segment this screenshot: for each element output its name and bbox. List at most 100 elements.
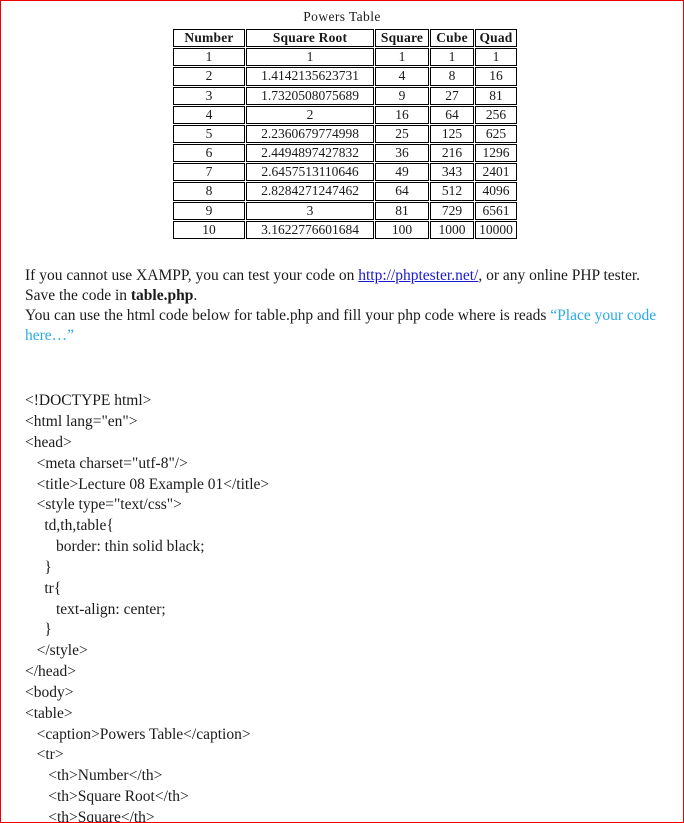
powers-table-cell: 4096 — [475, 182, 517, 201]
code-line: <style type="text/css"> — [25, 496, 182, 514]
powers-table-cell: 27 — [430, 86, 474, 105]
code-line: <th>Square Root</th> — [25, 788, 189, 806]
powers-table-cell: 7 — [173, 163, 245, 182]
table-row: 11111 — [173, 48, 517, 67]
code-line: <meta charset="utf-8"/> — [25, 454, 188, 472]
powers-table-cell: 10 — [173, 220, 245, 239]
code-line: <caption>Powers Table</caption> — [25, 725, 251, 743]
html-code-listing: <!DOCTYPE html> <html lang="en"> <head> <m… — [1, 346, 683, 823]
code-line: <!DOCTYPE html> — [25, 392, 152, 410]
powers-table-cell: 256 — [475, 105, 517, 124]
code-line: border: thin solid black; — [25, 538, 205, 556]
powers-table-cell: 2401 — [475, 163, 517, 182]
table-row: 2 1.4142135623731 4 8 16 — [173, 67, 517, 86]
code-line: <th>Square</th> — [25, 809, 155, 823]
powers-table-cell: 6 — [173, 144, 245, 163]
powers-table-cell: 6561 — [475, 201, 517, 220]
powers-table-cell: 1 — [475, 48, 517, 67]
instructions-paragraph: If you cannot use XAMPP, you can test yo… — [1, 240, 683, 347]
instructions-line-1-end: . — [193, 287, 198, 305]
table-row: 4 2 16 64 256 — [173, 105, 517, 124]
powers-table-cell: 512 — [430, 182, 474, 201]
powers-table-cell: 49 — [375, 163, 429, 182]
powers-table-cell: 81 — [375, 201, 429, 220]
powers-table-cell: 64 — [375, 182, 429, 201]
powers-table-cell: 625 — [475, 124, 517, 144]
powers-table-cell: 5 — [173, 124, 245, 144]
powers-table-cell: 8 — [173, 182, 245, 201]
instructions-text-before-link: If you cannot use XAMPP, you can test yo… — [25, 266, 359, 284]
code-line: <table> — [25, 704, 73, 722]
powers-table-cell: 16 — [375, 105, 429, 124]
table-row: 3 1.7320508075689 9 27 81 — [173, 86, 517, 105]
table-row: 7 2.6457513110646 49 343 2401 — [173, 163, 517, 182]
powers-table-cell: 10000 — [475, 220, 517, 239]
powers-table-header-row: Number Square Root Square Cube Quad — [173, 29, 517, 48]
powers-table-cell: 2 — [246, 105, 374, 124]
powers-table-cell: 1.4142135623731 — [246, 67, 374, 86]
document-page: Powers Table Number Square Root Square Cube… — [0, 0, 684, 823]
table-row: 6 2.4494897427832 36 216 1296 — [173, 144, 517, 163]
powers-table-cell: 3 — [173, 86, 245, 105]
powers-table-cell: 4 — [173, 105, 245, 124]
code-line: td,th,table{ — [25, 517, 114, 535]
powers-table-cell: 2.2360679774998 — [246, 124, 374, 144]
instructions-text-before-accent: You can use the html code below for tabl… — [25, 307, 551, 325]
powers-table-cell: 1 — [430, 48, 474, 67]
powers-table-cell: 2.4494897427832 — [246, 144, 374, 163]
powers-table-cell: 16 — [475, 67, 517, 86]
code-line: } — [25, 558, 52, 576]
powers-table-cell: 2.8284271247462 — [246, 182, 374, 201]
powers-table-cell: 343 — [430, 163, 474, 182]
powers-table-cell: 1296 — [475, 144, 517, 163]
powers-table-cell: 25 — [375, 124, 429, 144]
powers-table-cell: 1.7320508075689 — [246, 86, 374, 105]
powers-table-cell: 1000 — [430, 220, 474, 239]
powers-table-wrapper: Powers Table Number Square Root Square Cube… — [172, 9, 518, 240]
code-line: <body> — [25, 683, 74, 701]
powers-table-cell: 36 — [375, 144, 429, 163]
powers-table-cell: 2.6457513110646 — [246, 163, 374, 182]
powers-table-cell: 9 — [375, 86, 429, 105]
code-line: tr{ — [25, 579, 62, 597]
code-line: </head> — [25, 663, 77, 681]
powers-table: Number Square Root Square Cube Quad 1 1 1 1 1 2 1.… — [172, 28, 518, 240]
powers-table-header-cell: Cube — [430, 29, 474, 48]
table-row: 8 2.8284271247462 64 512 4096 — [173, 182, 517, 201]
powers-table-cell: 9 — [173, 201, 245, 220]
instructions-line-1: If you cannot use XAMPP, you can test yo… — [25, 266, 659, 306]
powers-table-header-cell: Square Root — [246, 29, 374, 48]
powers-table-cell: 8 — [430, 67, 474, 86]
powers-table-cell: 1 — [246, 48, 374, 67]
code-line: </style> — [25, 642, 88, 660]
filename-bold: table.php — [130, 287, 194, 305]
powers-table-body: 1 1 1 1 1 2 1.4142135623731 4 8 16 3 1.732050807568… — [173, 48, 517, 239]
powers-table-cell: 81 — [475, 86, 517, 105]
powers-table-cell: 2 — [173, 67, 245, 86]
instructions-line-2: You can use the html code below for tabl… — [25, 306, 659, 346]
powers-table-cell: 3.1622776601684 — [246, 220, 374, 239]
powers-table-section: Powers Table Number Square Root Square Cube… — [1, 1, 683, 240]
powers-table-cell: 4 — [375, 67, 429, 86]
powers-table-cell: 64 — [430, 105, 474, 124]
powers-table-header-cell: Square — [375, 29, 429, 48]
powers-table-cell: 729 — [430, 201, 474, 220]
powers-table-cell: 125 — [430, 124, 474, 144]
code-line: text-align: center; — [25, 600, 166, 618]
powers-table-caption: Powers Table — [303, 9, 381, 24]
powers-table-header-cell: Quad — [475, 29, 517, 48]
code-line: <th>Number</th> — [25, 767, 163, 785]
phptester-link[interactable]: http://phptester.net/ — [358, 267, 478, 284]
powers-table-cell: 216 — [430, 144, 474, 163]
code-line: <html lang="en"> — [25, 412, 138, 430]
code-line: <tr> — [25, 746, 64, 764]
table-row: 9 3 81 729 6561 — [173, 201, 517, 220]
code-line: <title>Lecture 08 Example 01</title> — [25, 475, 270, 493]
powers-table-header-cell: Number — [173, 29, 245, 48]
powers-table-cell: 100 — [375, 220, 429, 239]
table-row: 5 2.2360679774998 25 125 625 — [173, 124, 517, 144]
code-line: } — [25, 621, 52, 639]
powers-table-cell: 1 — [375, 48, 429, 67]
code-line: <head> — [25, 433, 72, 451]
code-lines-before-comment: <!DOCTYPE html> <html lang="en"> <head> <m… — [25, 391, 659, 823]
